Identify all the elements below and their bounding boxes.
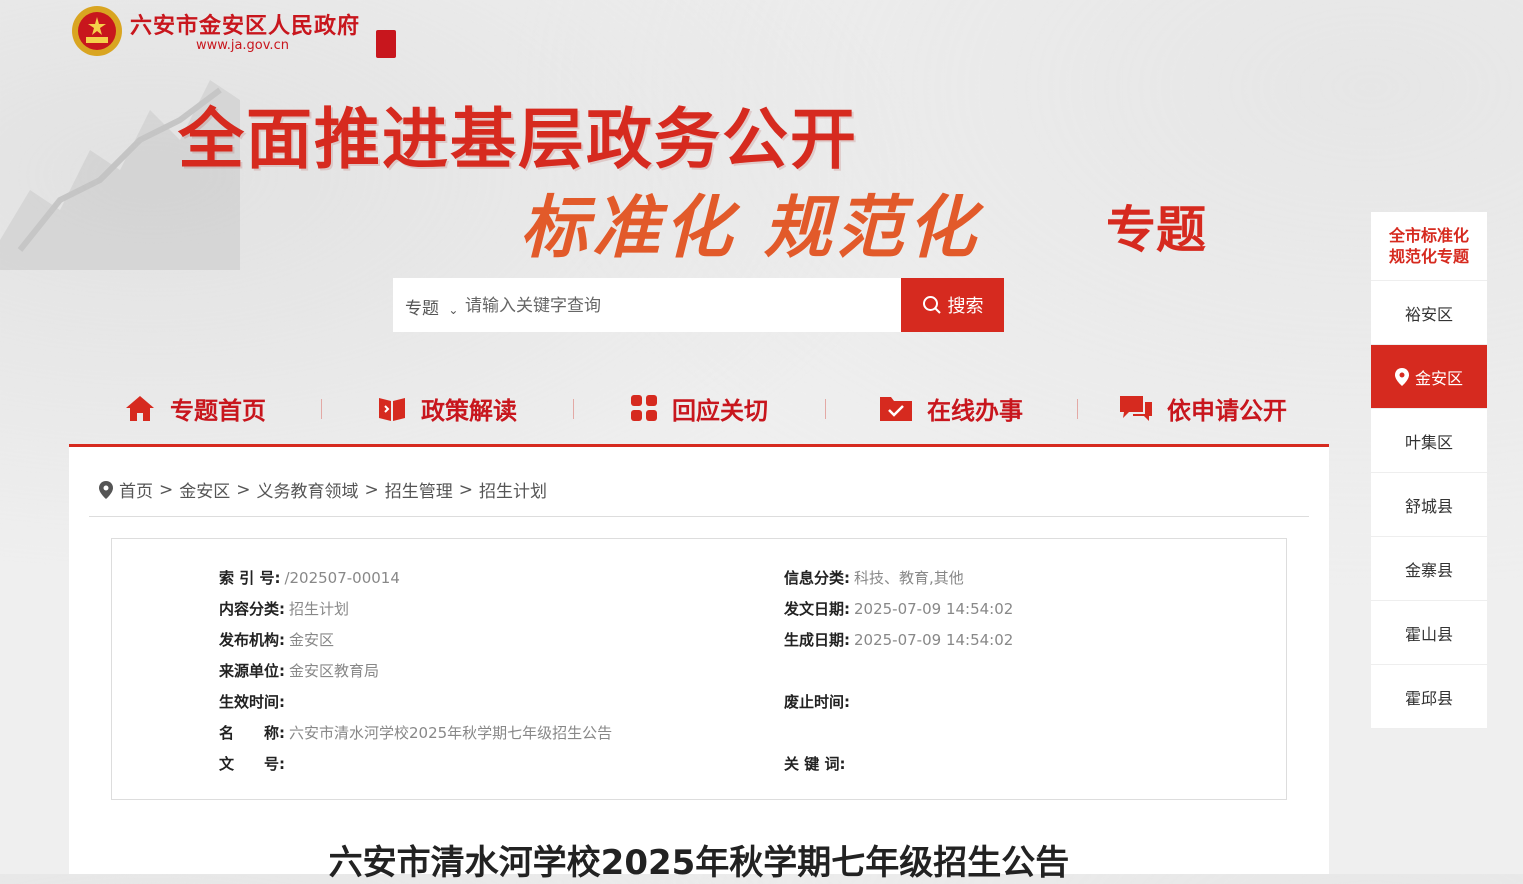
breadcrumb-item-field[interactable]: 义务教育领域 — [257, 477, 359, 502]
nav-item-home[interactable]: 专题首页 — [69, 391, 321, 426]
sidebar-item-label: 霍邱县 — [1404, 688, 1453, 708]
search-button[interactable]: 搜索 — [901, 278, 1004, 332]
sidebar-item-huoqiu[interactable]: 霍邱县 — [1371, 665, 1487, 729]
main-nav: 专题首页 政策解读 回应关切 在线办事 依申请公开 — [69, 372, 1329, 444]
breadcrumb-item-district[interactable]: 金安区 — [179, 477, 230, 502]
nav-item-label: 专题首页 — [170, 396, 266, 425]
sidebar-item-jinan[interactable]: 金安区 — [1371, 345, 1487, 409]
nav-item-label: 政策解读 — [421, 396, 517, 425]
banner-tag: 专题 — [1106, 201, 1206, 259]
district-sidebar: 全市标准化规范化专题 裕安区 金安区 叶集区 舒城县 金寨县 霍山县 霍邱县 — [1371, 212, 1487, 729]
nav-item-apply-disclosure[interactable]: 依申请公开 — [1077, 391, 1329, 426]
sidebar-item-huoshan[interactable]: 霍山县 — [1371, 601, 1487, 665]
meta-source: 来源单位: 金安区教育局 — [219, 662, 380, 680]
document-meta-table: 索 引 号:/202507-00014 信息分类: 科技、教育,其他 内容分类: 招… — [111, 538, 1287, 800]
meta-expire: 废止时间: — [784, 693, 850, 711]
meta-index: 索 引 号:/202507-00014 — [219, 569, 400, 587]
breadcrumb-item-home[interactable]: 首页 — [119, 477, 153, 502]
content-panel: 首页 > 金安区 > 义务教育领域 > 招生管理 > 招生计划 索 引 号:/2… — [69, 447, 1329, 883]
breadcrumb-separator: > — [458, 479, 473, 500]
book-icon — [379, 398, 405, 421]
sidebar-item-label: 霍山县 — [1404, 624, 1453, 644]
sidebar-item-shucheng[interactable]: 舒城县 — [1371, 473, 1487, 537]
site-header: 六安市金安区人民政府 www.ja.gov.cn 全面推进基层政务公开 标准化 … — [0, 0, 1523, 460]
nav-item-label: 回应关切 — [672, 396, 768, 425]
folder-check-icon — [880, 397, 912, 421]
site-title[interactable]: 六安市金安区人民政府 — [130, 8, 360, 40]
breadcrumb-item-management[interactable]: 招生管理 — [385, 477, 453, 502]
search-input[interactable] — [463, 284, 892, 328]
nav-item-policy[interactable]: 政策解读 — [321, 391, 573, 426]
sidebar-item-label: 舒城县 — [1404, 496, 1453, 516]
sidebar-item-label: 裕安区 — [1404, 304, 1453, 324]
sidebar-item-label: 叶集区 — [1404, 432, 1453, 452]
sidebar-item-label: 金安区 — [1414, 368, 1463, 388]
site-url: www.ja.gov.cn — [196, 38, 289, 53]
meta-gen-date: 生成日期: 2025-07-09 14:54:02 — [784, 631, 1014, 649]
grid-icon — [631, 395, 657, 421]
meta-category: 信息分类: 科技、教育,其他 — [784, 569, 964, 587]
meta-effective: 生效时间: — [219, 693, 285, 711]
nav-item-online-service[interactable]: 在线办事 — [825, 391, 1077, 426]
breadcrumb-separator: > — [159, 479, 174, 500]
nav-item-label: 在线办事 — [927, 396, 1023, 425]
meta-name: 名 称: 六安市清水河学校2025年秋学期七年级招生公告 — [219, 724, 613, 742]
sidebar-item-yuan[interactable]: 裕安区 — [1371, 281, 1487, 345]
breadcrumb-separator: > — [236, 479, 251, 500]
banner-subtitle: 标准化 规范化 — [520, 188, 980, 268]
meta-docno: 文 号: — [219, 755, 285, 773]
sidebar-head[interactable]: 全市标准化规范化专题 — [1371, 212, 1487, 281]
sidebar-item-yeji[interactable]: 叶集区 — [1371, 409, 1487, 473]
search-icon — [922, 296, 941, 314]
breadcrumb-item-plan[interactable]: 招生计划 — [479, 477, 547, 502]
meta-keywords: 关 键 词: — [784, 755, 846, 773]
nav-item-response[interactable]: 回应关切 — [573, 391, 825, 426]
breadcrumb-separator: > — [364, 479, 379, 500]
meta-content-type: 内容分类: 招生计划 — [219, 600, 350, 618]
banner-main-title: 全面推进基层政务公开 — [178, 101, 858, 178]
sidebar-item-label: 金寨县 — [1404, 560, 1453, 580]
chat-icon — [1120, 396, 1152, 421]
document-title: 六安市清水河学校2025年秋学期七年级招生公告 — [328, 843, 1070, 883]
location-pin-icon — [1394, 367, 1409, 386]
meta-publish-date: 发文日期: 2025-07-09 14:54:02 — [784, 600, 1014, 618]
meta-org: 发布机构: 金安区 — [219, 631, 335, 649]
location-pin-icon — [99, 480, 113, 499]
search-bar: 专题 ⌄ 搜索 — [393, 278, 1004, 332]
nav-item-label: 依申请公开 — [1167, 396, 1287, 425]
chevron-down-icon: ⌄ — [448, 303, 459, 317]
home-icon — [126, 396, 154, 421]
search-button-label: 搜索 — [947, 296, 984, 317]
seal-stamp-icon — [376, 30, 396, 58]
search-type-label: 专题 — [405, 299, 439, 319]
search-type-select[interactable]: 专题 ⌄ — [405, 294, 458, 319]
sidebar-item-jinzhai[interactable]: 金寨县 — [1371, 537, 1487, 601]
breadcrumb-divider — [89, 516, 1309, 517]
national-emblem-icon — [72, 6, 122, 56]
breadcrumb: 首页 > 金安区 > 义务教育领域 > 招生管理 > 招生计划 — [99, 477, 547, 502]
sidebar-head-label: 全市标准化规范化专题 — [1388, 226, 1469, 266]
